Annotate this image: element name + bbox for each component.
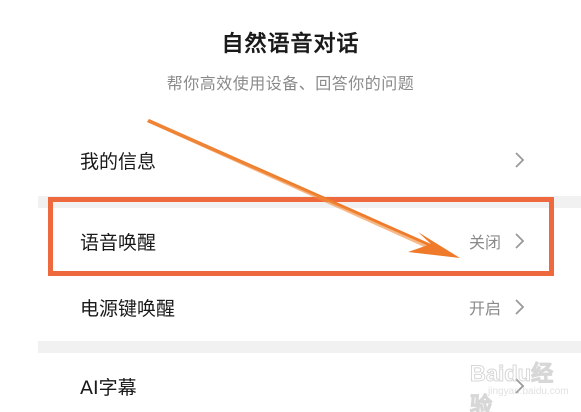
- section-divider: [38, 341, 581, 353]
- settings-item-label: AI字幕: [80, 376, 137, 399]
- settings-screen: 自然语音对话 帮你高效使用设备、回答你的问题 我的信息 语音唤醒 关闭 电源键唤…: [0, 0, 581, 412]
- page-subtitle: 帮你高效使用设备、回答你的问题: [166, 74, 415, 93]
- settings-item-label: 电源键唤醒: [80, 297, 176, 320]
- chevron-right-icon: [515, 378, 525, 394]
- settings-item-status: 关闭: [468, 233, 501, 252]
- section-divider: [38, 196, 581, 208]
- settings-item-voice-wakeup[interactable]: 语音唤醒 关闭: [0, 208, 581, 274]
- chevron-right-icon: [515, 299, 525, 315]
- chevron-right-icon: [515, 233, 525, 249]
- settings-item-status: 开启: [468, 299, 501, 318]
- page-title: 自然语音对话: [221, 32, 360, 57]
- settings-item-my-info[interactable]: 我的信息: [0, 127, 581, 193]
- chevron-right-icon: [515, 152, 525, 168]
- settings-item-power-key-wakeup[interactable]: 电源键唤醒 开启: [0, 274, 581, 340]
- settings-item-label: 语音唤醒: [80, 231, 157, 254]
- settings-item-ai-subtitles[interactable]: AI字幕: [0, 353, 581, 412]
- settings-item-label: 我的信息: [80, 150, 157, 173]
